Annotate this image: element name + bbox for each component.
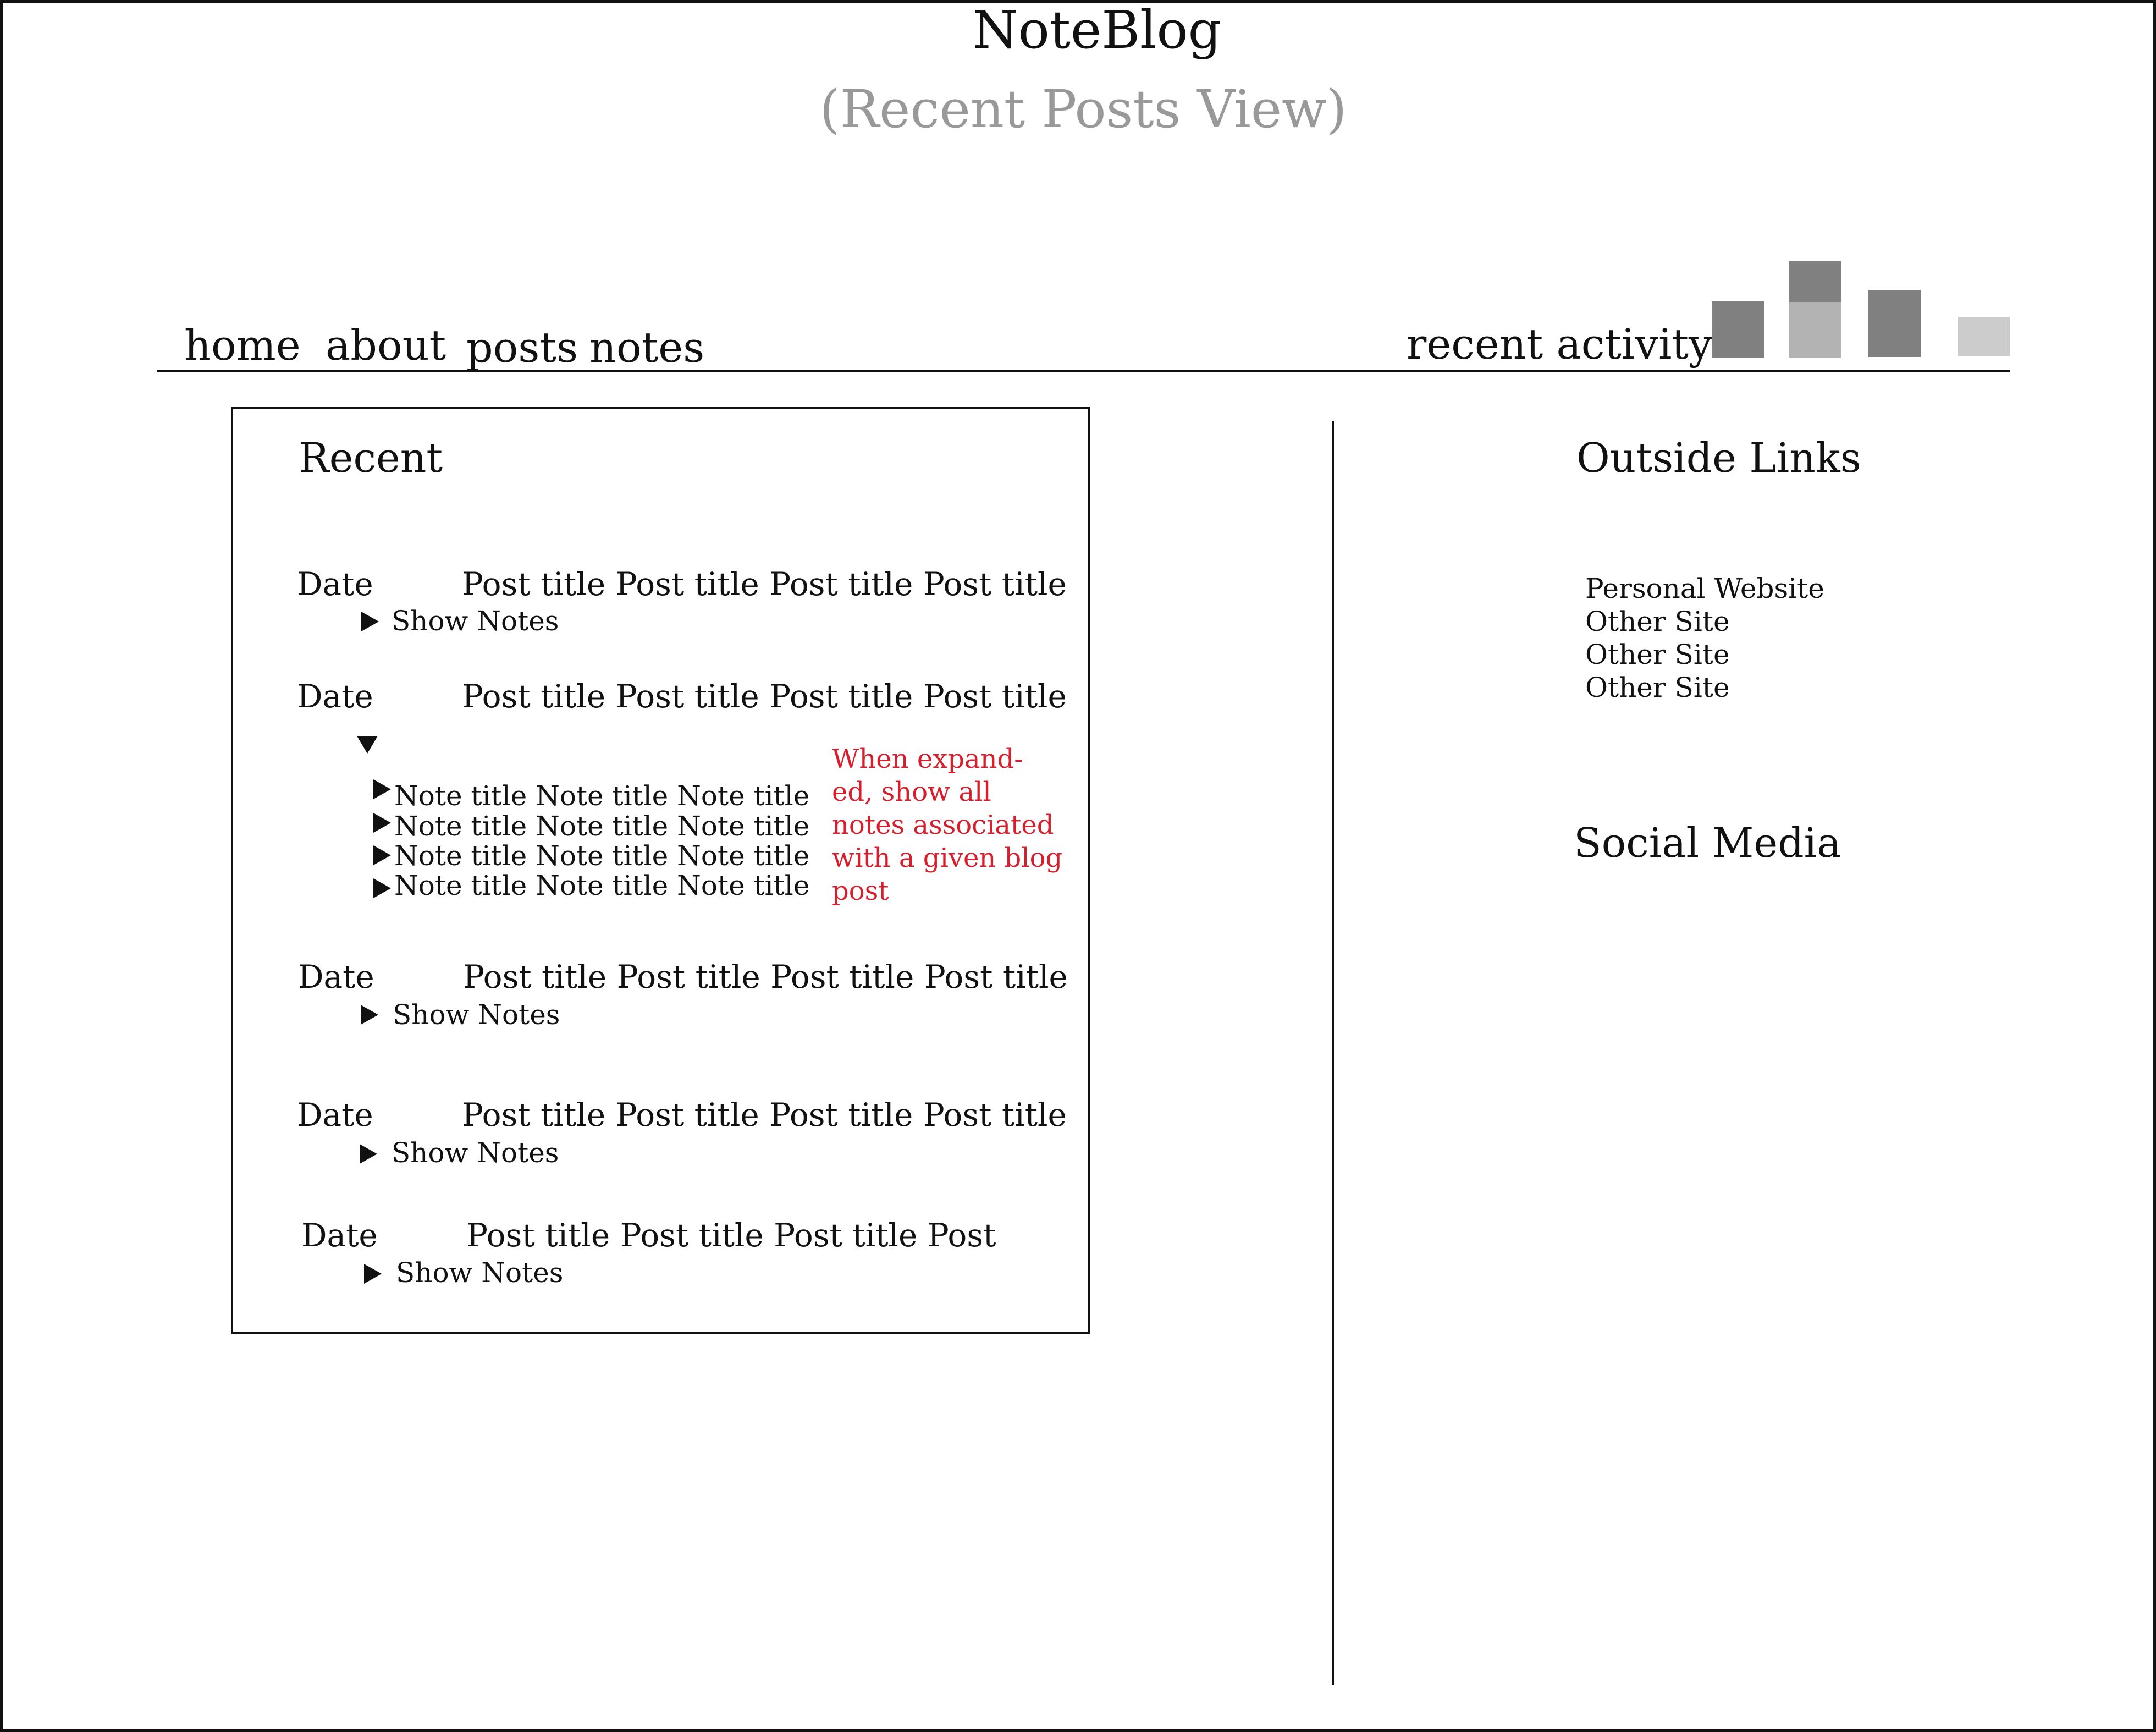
activity-bar [1712, 301, 1764, 358]
post-date: Date [298, 958, 374, 996]
expand-arrow-icon[interactable] [364, 1264, 382, 1284]
outside-link[interactable]: Other Site [1585, 641, 1730, 668]
post-title[interactable]: Post title Post title Post title Post ti… [462, 568, 1067, 600]
view-label: (Recent Posts View) [819, 79, 1347, 140]
site-title[interactable]: NoteBlog [0, 4, 2156, 57]
outside-link[interactable]: Personal Website [1585, 575, 1824, 602]
recent-activity-label: recent activity [1407, 320, 1712, 369]
nav-posts[interactable]: posts [466, 327, 578, 369]
note-arrow-icon[interactable] [373, 779, 391, 799]
social-media-heading: Social Media [1574, 820, 1841, 867]
activity-bar [1789, 261, 1841, 302]
nav-about[interactable]: about [326, 325, 446, 366]
show-notes-link[interactable]: Show Notes [396, 1259, 563, 1286]
note-title[interactable]: Note title Note title Note title [394, 872, 809, 899]
post-title[interactable]: Post title Post title Post title Post ti… [462, 1099, 1067, 1131]
expand-arrow-icon[interactable] [361, 1005, 378, 1025]
show-notes-link[interactable]: Show Notes [393, 1001, 560, 1029]
expand-annotation: When expand-ed, show all notes associate… [832, 744, 1063, 906]
nav-notes[interactable]: notes [589, 327, 704, 369]
outside-links-heading: Outside Links [1576, 435, 1861, 482]
activity-bar [1868, 290, 1921, 357]
note-title[interactable]: Note title Note title Note title [394, 842, 809, 870]
activity-bar [1789, 302, 1841, 358]
note-title[interactable]: Note title Note title Note title [394, 782, 809, 810]
show-notes-link[interactable]: Show Notes [392, 607, 559, 635]
outside-link[interactable]: Other Site [1585, 608, 1730, 635]
outside-link[interactable]: Other Site [1585, 674, 1730, 701]
post-title[interactable]: Post title Post title Post title Post [466, 1219, 996, 1251]
show-notes-link[interactable]: Show Notes [392, 1139, 559, 1167]
nav-divider [157, 370, 2010, 372]
collapse-arrow-icon[interactable] [357, 736, 378, 754]
post-date: Date [297, 678, 373, 715]
note-title[interactable]: Note title Note title Note title [394, 812, 809, 840]
note-arrow-icon[interactable] [373, 813, 391, 833]
expand-arrow-icon[interactable] [361, 612, 379, 631]
nav-home[interactable]: home [184, 325, 301, 366]
post-date: Date [297, 565, 373, 603]
post-title[interactable]: Post title Post title Post title Post ti… [463, 961, 1068, 993]
recent-heading: Recent [299, 435, 443, 482]
post-title[interactable]: Post title Post title Post title Post ti… [462, 680, 1067, 712]
post-date: Date [297, 1096, 373, 1134]
note-arrow-icon[interactable] [373, 878, 391, 898]
activity-bar [1958, 317, 2010, 356]
note-arrow-icon[interactable] [373, 845, 391, 865]
expand-arrow-icon[interactable] [360, 1144, 377, 1164]
post-date: Date [301, 1217, 378, 1254]
column-divider [1332, 421, 1334, 1685]
